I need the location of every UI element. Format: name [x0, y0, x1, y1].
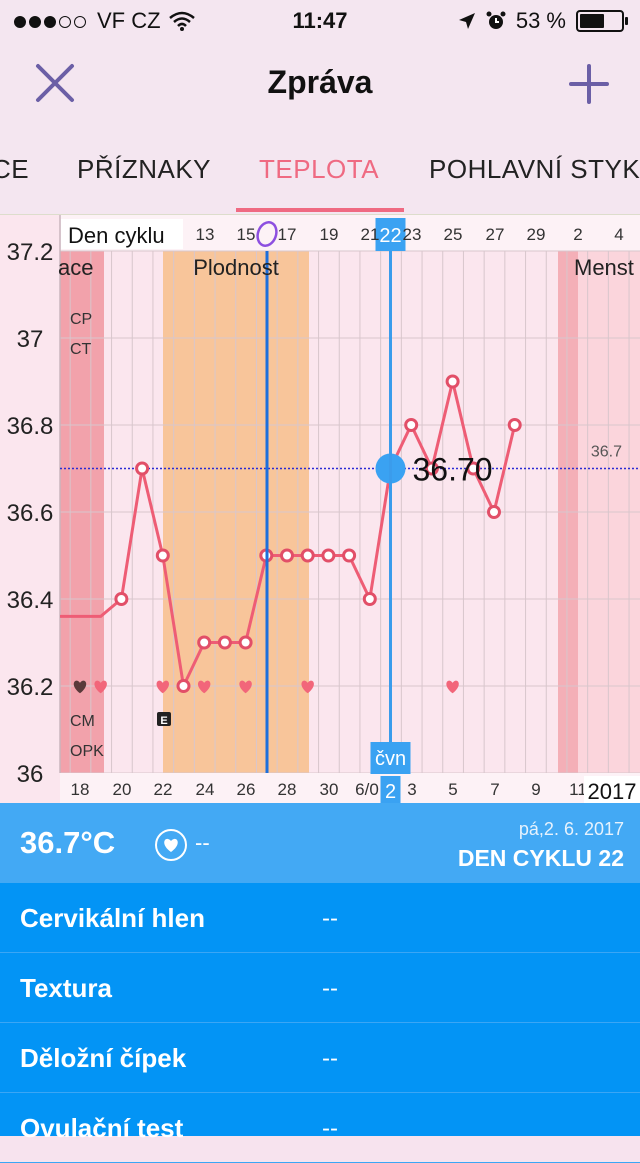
y-tick-label: 37.2 — [7, 239, 54, 266]
detail-label: Cervikální hlen — [20, 903, 205, 933]
row-label-ct: CT — [70, 341, 92, 358]
temperature-point[interactable] — [404, 418, 419, 432]
selected-cycle-day: DEN CYKLU 22 — [457, 845, 624, 871]
temperature-point[interactable] — [114, 592, 129, 606]
date-tick-label: 6/0 — [355, 780, 379, 799]
selected-date-label: 2 — [385, 781, 396, 803]
period-left-label: ace — [58, 255, 93, 280]
temperature-point[interactable] — [321, 548, 336, 563]
temperature-point[interactable] — [487, 505, 501, 519]
tab-temperature[interactable]: TEPLOTA — [259, 154, 379, 185]
cycle-day-tick-label: 19 — [320, 225, 339, 244]
period-right-label: Menst — [574, 255, 634, 280]
y-tick-label: 36.8 — [7, 413, 54, 440]
selected-cycle-day-label: 22 — [379, 225, 401, 247]
year-label: 2017 — [588, 779, 637, 803]
temperature-point[interactable] — [342, 548, 357, 563]
date-tick-label: 26 — [237, 780, 256, 799]
cycle-day-tick-label: 29 — [527, 225, 546, 244]
temperature-point[interactable] — [155, 548, 170, 563]
fertile-window-label: Plodnost — [193, 255, 279, 280]
detail-label: Ovulační test — [20, 1113, 184, 1143]
date-tick-label: 30 — [320, 780, 339, 799]
day-summary-bar[interactable]: 36.7°C -- pá,2. 6. 2017 DEN CYKLU 22 — [0, 803, 640, 883]
selected-temperature-label: 36.70 — [413, 452, 493, 488]
date-axis-bg — [60, 773, 640, 803]
date-tick-label: 3 — [407, 780, 416, 799]
y-tick-label: 36.4 — [7, 587, 54, 614]
date-tick-label: 24 — [196, 780, 215, 799]
detail-label: Děložní čípek — [20, 1043, 187, 1073]
temperature-value: 36.7°C — [20, 825, 116, 860]
y-tick-label: 36 — [17, 761, 44, 788]
detail-value: -- — [322, 975, 338, 1002]
temperature-point[interactable] — [445, 374, 460, 389]
cycle-day-tick-label: 2 — [573, 225, 582, 244]
tab-previous[interactable]: CE — [0, 154, 29, 185]
date-tick-label: 18 — [71, 780, 90, 799]
temperature-point[interactable] — [238, 635, 253, 650]
date-tick-label: 22 — [154, 780, 173, 799]
chart-canvas[interactable]: 36.70 22čvn2 37.23736.836.636.436.23636.… — [0, 215, 640, 803]
detail-value: -- — [322, 1045, 338, 1072]
cycle-day-tick-label: 27 — [486, 225, 505, 244]
cycle-day-tick-label: 25 — [444, 225, 463, 244]
alarm-icon — [486, 11, 506, 29]
battery-label: 53 % — [515, 8, 566, 33]
location-icon — [458, 13, 475, 29]
intercourse-value: -- — [195, 830, 210, 855]
date-tick-label: 5 — [448, 780, 457, 799]
tab-bar: CE PŘÍZNAKY TEPLOTA POHLAVNÍ STYK — [0, 130, 640, 215]
cycle-day-tick-label: 13 — [196, 225, 215, 244]
page-title: Zpráva — [267, 64, 373, 100]
date-tick-label: 9 — [531, 780, 540, 799]
detail-row-cervical-mucus[interactable]: Cervikální hlen -- — [0, 883, 640, 953]
detail-row-ovulation-test[interactable]: Ovulační test -- — [0, 1093, 640, 1163]
temperature-point[interactable] — [197, 635, 212, 650]
detail-row-cervix[interactable]: Děložní čípek -- — [0, 1023, 640, 1093]
temperature-point[interactable] — [362, 592, 377, 606]
heart-circle-icon[interactable] — [155, 829, 187, 861]
selected-date: pá,2. 6. 2017 — [518, 819, 624, 839]
active-tab-indicator — [236, 208, 404, 212]
detail-value: -- — [322, 1115, 338, 1142]
egg-white-label: E — [160, 715, 167, 727]
status-bar: VF CZ 11:47 53 % — [0, 0, 640, 40]
status-right: 53 % — [458, 8, 628, 34]
temperature-point[interactable] — [217, 635, 232, 650]
cycle-day-header: Den cyklu — [68, 223, 165, 248]
cycle-day-tick-label: 17 — [278, 225, 297, 244]
detail-value: -- — [322, 905, 338, 932]
row-label-cp: CP — [70, 311, 92, 328]
battery-icon — [576, 10, 628, 32]
cycle-day-tick-label: 21 — [361, 225, 380, 244]
temperature-point[interactable] — [507, 418, 522, 432]
tab-symptoms[interactable]: PŘÍZNAKY — [77, 154, 211, 185]
y-tick-label: 36.2 — [7, 674, 54, 701]
detail-row-texture[interactable]: Textura -- — [0, 953, 640, 1023]
plus-icon — [569, 64, 609, 104]
temperature-chart[interactable]: 36.70 22 čvn 2 37.2 37 36.8 36.6 36.4 36.2 36 36.… — [0, 215, 640, 803]
cycle-day-tick-label: 23 — [403, 225, 422, 244]
y-tick-label: 37 — [17, 326, 44, 353]
temperature-point[interactable] — [300, 548, 315, 563]
temperature-point[interactable] — [280, 548, 294, 563]
row-label-cm: CM — [70, 713, 95, 730]
detail-list: Cervikální hlen -- Textura -- Děložní čí… — [0, 883, 640, 1163]
temperature-point[interactable] — [176, 679, 191, 693]
date-tick-label: 7 — [490, 780, 499, 799]
date-tick-label: 28 — [278, 780, 297, 799]
row-label-opk: OPK — [70, 743, 104, 760]
temperature-point[interactable] — [135, 461, 150, 476]
selected-month-label: čvn — [375, 748, 406, 770]
date-tick-label: 20 — [113, 780, 132, 799]
cycle-day-tick-label: 4 — [614, 225, 623, 244]
cycle-day-tick-label: 15 — [237, 225, 256, 244]
add-button[interactable] — [562, 58, 616, 112]
y-tick-label: 36.6 — [7, 500, 54, 527]
tab-intercourse[interactable]: POHLAVNÍ STYK — [429, 154, 640, 185]
navigation-bar: Zpráva — [0, 40, 640, 130]
coverline-label: 36.7 — [591, 444, 622, 461]
detail-label: Textura — [20, 973, 112, 1003]
